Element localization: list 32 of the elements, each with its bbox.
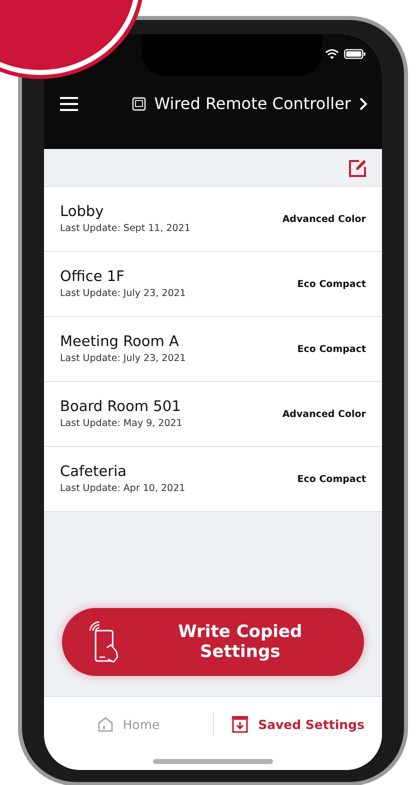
device-name: Lobby: [60, 204, 105, 220]
tab[interactable]: Saved Settings: [214, 714, 382, 734]
device-row[interactable]: Board Room 501 Last Update: May 9, 2021 Advanced Color: [44, 382, 382, 447]
edit-icon[interactable]: [348, 158, 368, 178]
device-name: Cafeteria: [60, 464, 128, 480]
home-icon: [96, 716, 114, 732]
device-model: Eco Compact: [297, 278, 366, 290]
device-model: Advanced Color: [282, 214, 366, 224]
device-row[interactable]: Lobby Last Update: Sept 11, 2021 Advanced Color: [44, 187, 382, 252]
device-row[interactable]: Office 1F Last Update: July 23, 2021 Eco Compact: [44, 252, 382, 317]
device-row[interactable]: Cafeteria Last Update: Apr 10, 2021 Eco Compact: [44, 447, 382, 512]
device-model: Eco Compact: [297, 474, 366, 484]
wifi-icon: [325, 49, 339, 59]
device-model: Eco Compact: [297, 344, 366, 354]
device-name: Meeting Room A: [60, 334, 180, 350]
battery-icon: [344, 49, 366, 59]
write-settings-button[interactable]: Write Copied Settings: [62, 608, 364, 676]
last-update: Last Update: July 23, 2021: [60, 288, 186, 299]
chevron-right-icon[interactable]: [359, 96, 368, 110]
last-update: Last Update: Sept 11, 2021: [60, 223, 190, 234]
last-update: Last Update: May 9, 2021: [60, 418, 182, 429]
download-box-icon: [231, 715, 250, 733]
header-title: Wired Remote Controller: [154, 94, 351, 113]
controller-icon: [132, 96, 146, 110]
last-update: Last Update: Apr 10, 2021: [60, 483, 186, 494]
last-update: Last Update: July 23, 2021: [60, 353, 186, 364]
device-name: Office 1F: [60, 269, 126, 285]
device-name: Board Room 501: [60, 399, 182, 415]
device-model: Advanced Color: [282, 408, 366, 420]
device-row[interactable]: Meeting Room A Last Update: July 23, 2021 Eco Compact: [44, 317, 382, 382]
menu-icon[interactable]: [60, 96, 78, 110]
phone-tap-icon: [88, 620, 120, 664]
